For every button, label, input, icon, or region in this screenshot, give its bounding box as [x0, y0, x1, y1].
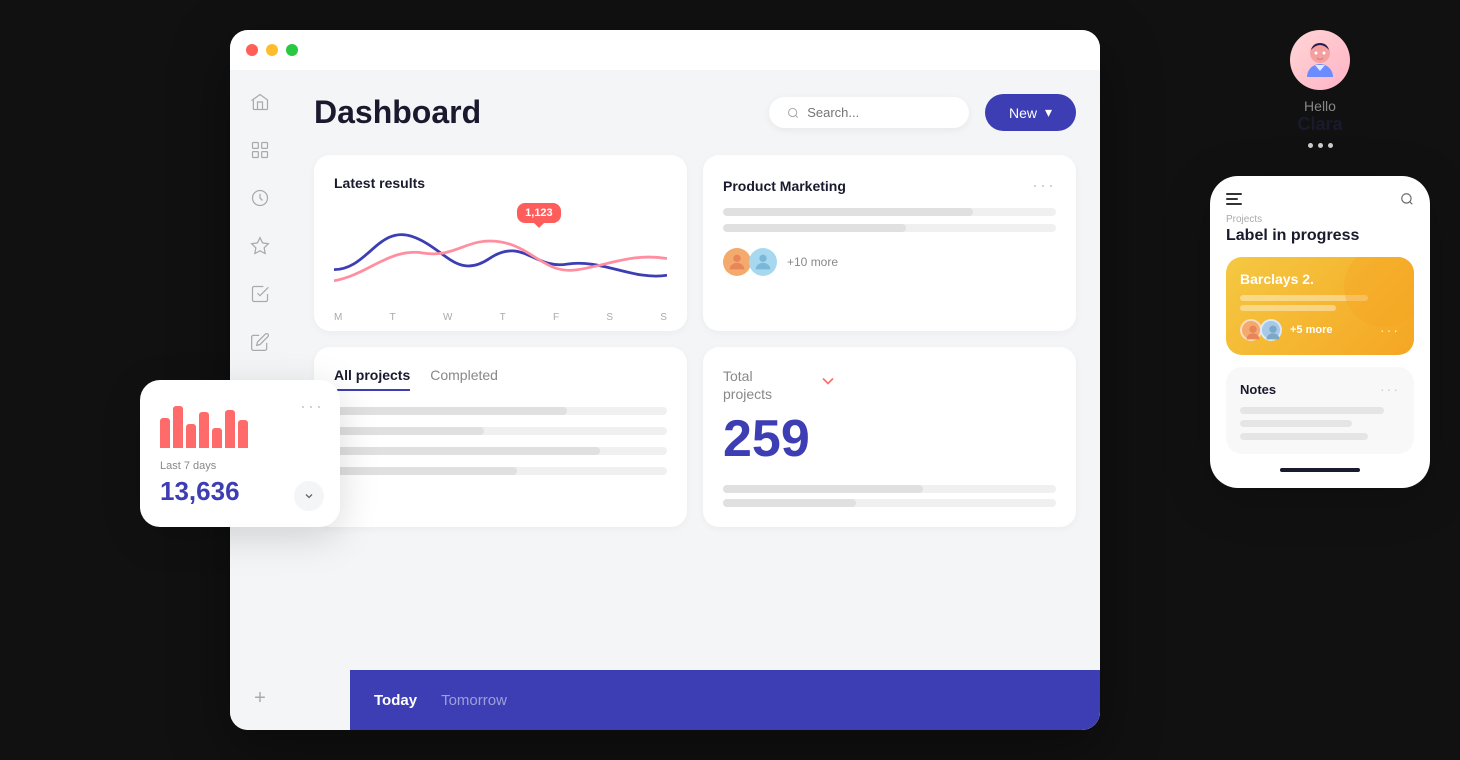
floating-sublabel: Last 7 days — [160, 460, 320, 472]
notes-section: Notes ··· — [1226, 367, 1414, 454]
mini-bar-7 — [238, 420, 248, 448]
chart-labels: M T W T F S S — [334, 312, 667, 323]
tab-all-projects[interactable]: All projects — [334, 367, 410, 391]
chevron-down-icon — [303, 490, 315, 502]
barclays-avatar-2 — [1260, 319, 1282, 341]
barclays-avatar-1 — [1240, 319, 1262, 341]
notes-title: Notes — [1240, 382, 1276, 397]
user-greeting: Hello Clara — [1290, 30, 1350, 160]
total-projects-number: 259 — [723, 411, 810, 468]
avatar-illustration — [1295, 35, 1345, 85]
browser-window: + Dashboard New ▾ — [230, 30, 1100, 730]
barclays-bar-1 — [1240, 295, 1368, 301]
mini-bar-3 — [186, 424, 196, 448]
tomorrow-tab[interactable]: Tomorrow — [441, 692, 507, 709]
notes-header: Notes ··· — [1240, 381, 1400, 397]
notes-dots[interactable]: ··· — [1380, 381, 1400, 397]
chart-tooltip: 1,123 — [517, 203, 561, 223]
barclays-bar-2 — [1240, 305, 1336, 311]
note-line-3 — [1240, 433, 1368, 440]
phone-search-icon[interactable] — [1400, 192, 1414, 206]
total-projects-card: Totalprojects 259 — [703, 347, 1076, 527]
traffic-red[interactable] — [246, 44, 258, 56]
main-content: Dashboard New ▾ Latest results — [290, 70, 1100, 730]
pm-more: +10 more — [787, 255, 838, 269]
hello-text: Hello — [1290, 98, 1350, 114]
browser-titlebar — [230, 30, 1100, 70]
mini-bar-6 — [225, 410, 235, 448]
traffic-yellow[interactable] — [266, 44, 278, 56]
latest-results-card: Latest results 1,123 M T W — [314, 155, 687, 331]
chart-svg — [334, 203, 667, 303]
phone-label-projects: Projects — [1226, 214, 1414, 225]
sidebar-item-home[interactable] — [248, 90, 272, 114]
phone-home-bar — [1280, 468, 1360, 472]
barclays-more: +5 more — [1290, 324, 1333, 336]
page-title: Dashboard — [314, 94, 481, 131]
search-bar[interactable] — [769, 97, 969, 128]
note-line-1 — [1240, 407, 1384, 414]
right-panel: Hello Clara Projects Label in progress — [1210, 30, 1430, 488]
barclays-bars — [1240, 295, 1400, 311]
pm-bars — [723, 208, 1056, 232]
barclays-card[interactable]: Barclays 2. +5 more ··· — [1226, 257, 1414, 355]
dots-row — [1290, 143, 1350, 148]
traffic-green[interactable] — [286, 44, 298, 56]
sidebar-item-clock[interactable] — [248, 186, 272, 210]
total-chevron-icon[interactable] — [818, 371, 838, 391]
chart-area: 1,123 M T W T F S — [334, 203, 667, 303]
sidebar-item-pencil[interactable] — [248, 330, 272, 354]
phone-section-title: Label in progress — [1226, 227, 1414, 245]
notes-lines — [1240, 407, 1400, 440]
mini-bar-1 — [160, 418, 170, 448]
product-marketing-title: Product Marketing — [723, 178, 846, 194]
hamburger-icon[interactable] — [1226, 193, 1242, 205]
pm-avatars: +10 more — [723, 248, 1056, 276]
latest-results-title: Latest results — [334, 175, 667, 191]
user-name: Clara — [1290, 114, 1350, 135]
product-marketing-dots[interactable]: ··· — [1032, 175, 1056, 196]
sidebar-item-grid[interactable] — [248, 138, 272, 162]
product-marketing-card: Product Marketing ··· +1 — [703, 155, 1076, 331]
dot-1 — [1308, 143, 1313, 148]
total-projects-label: Totalprojects — [723, 367, 810, 403]
floating-dropdown[interactable] — [294, 481, 324, 511]
note-line-2 — [1240, 420, 1352, 427]
avatar-2 — [749, 248, 777, 276]
sidebar-item-star[interactable] — [248, 234, 272, 258]
sidebar-item-check[interactable] — [248, 282, 272, 306]
mini-bar-2 — [173, 406, 183, 448]
mini-bar-5 — [212, 428, 222, 448]
new-button[interactable]: New ▾ — [985, 94, 1076, 131]
scene: + Dashboard New ▾ — [0, 0, 1460, 760]
user-avatar — [1290, 30, 1350, 90]
dot-2 — [1318, 143, 1323, 148]
floating-card: ··· Last 7 days 13,636 — [140, 380, 340, 527]
today-tab[interactable]: Today — [374, 692, 417, 709]
search-icon — [787, 106, 799, 120]
project-lines — [334, 407, 667, 475]
dot-3 — [1328, 143, 1333, 148]
projects-tabs: All projects Completed — [334, 367, 667, 391]
phone-header — [1226, 192, 1414, 206]
today-banner: Today Tomorrow — [350, 670, 1100, 730]
barclays-footer: +5 more ··· — [1240, 319, 1400, 341]
avatar-1 — [723, 248, 751, 276]
all-projects-card: All projects Completed — [314, 347, 687, 527]
mini-bar-4 — [199, 412, 209, 448]
phone-frame: Projects Label in progress Barclays 2. +… — [1210, 176, 1430, 488]
barclays-dots[interactable]: ··· — [1380, 322, 1400, 338]
sidebar-add-button[interactable]: + — [248, 686, 272, 710]
search-input[interactable] — [807, 105, 951, 120]
tab-completed[interactable]: Completed — [430, 367, 498, 391]
bottom-row: All projects Completed Totalprojects — [314, 347, 1076, 527]
header: Dashboard New ▾ — [314, 94, 1076, 131]
floating-card-dots[interactable]: ··· — [300, 396, 324, 417]
cards-row: Latest results 1,123 M T W — [314, 155, 1076, 331]
mini-bars — [160, 400, 320, 448]
barclays-name: Barclays 2. — [1240, 271, 1400, 287]
